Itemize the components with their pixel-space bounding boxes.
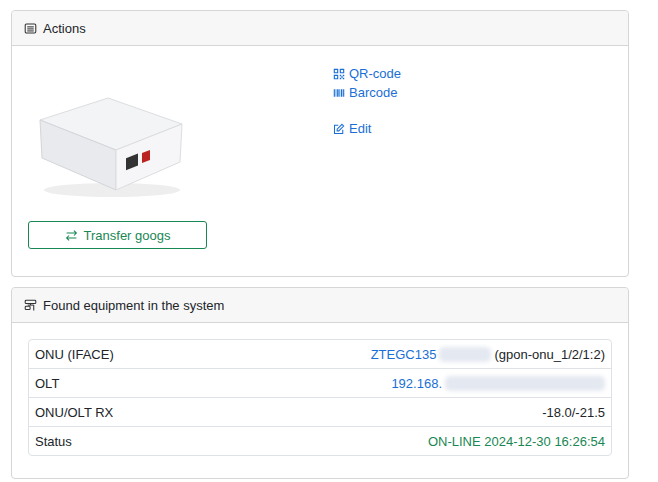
pencil-icon	[333, 123, 345, 135]
equipment-table: ONU (IFACE) ZTEGC135 (gpon-onu_1/2/1:2) OLT…	[28, 339, 612, 456]
row-value: -18.0/-21.5	[542, 405, 605, 420]
link-label: Barcode	[349, 85, 397, 100]
action-link[interactable]: QR-code	[333, 64, 401, 83]
transfer-icon	[65, 229, 78, 242]
card-title: Actions	[43, 21, 86, 36]
row-label: Status	[35, 434, 72, 449]
equipment-card: Found equipment in the system ONU (IFACE)…	[11, 287, 629, 479]
equipment-body: ONU (IFACE) ZTEGC135 (gpon-onu_1/2/1:2) OLT…	[12, 323, 628, 478]
redacted-area	[445, 376, 605, 391]
table-row: OLT 192.168.	[29, 368, 611, 397]
table-row: ONU/OLT RX -18.0/-21.5	[29, 397, 611, 426]
qr-code-icon	[333, 68, 345, 80]
redacted-area	[439, 347, 491, 362]
network-icon	[24, 299, 37, 312]
value-text: -18.0/-21.5	[542, 405, 605, 420]
device-photo	[30, 62, 190, 204]
link-label: Edit	[349, 121, 371, 136]
action-link[interactable]: Edit	[333, 119, 401, 138]
link-label: QR-code	[349, 66, 401, 81]
value-text[interactable]: 192.168.	[391, 376, 442, 391]
value-suffix: (gpon-onu_1/2/1:2)	[494, 347, 605, 362]
list-icon	[24, 22, 37, 35]
card-title: Found equipment in the system	[43, 298, 224, 313]
value-text[interactable]: ZTEGC135	[371, 347, 437, 362]
transfer-button[interactable]: Transfer googs	[28, 221, 207, 249]
table-row: Status ON-LINE 2024-12-30 16:26:54	[29, 426, 611, 455]
action-links: QR-code Barcode Edit	[333, 62, 401, 249]
actions-card: Actions Transfer googs QR-code Barcode Edit	[11, 10, 629, 277]
actions-body: Transfer googs QR-code Barcode Edit	[12, 46, 628, 276]
value-text: ON-LINE 2024-12-30 16:26:54	[428, 434, 605, 449]
row-value: 192.168.	[391, 376, 605, 391]
row-label: ONU (IFACE)	[35, 347, 114, 362]
card-header: Found equipment in the system	[12, 288, 628, 323]
table-row: ONU (IFACE) ZTEGC135 (gpon-onu_1/2/1:2)	[29, 340, 611, 368]
row-label: ONU/OLT RX	[35, 405, 113, 420]
barcode-icon	[333, 87, 345, 99]
router-icon	[30, 62, 190, 204]
device-column: Transfer googs	[28, 62, 207, 249]
row-label: OLT	[35, 376, 59, 391]
row-value: ON-LINE 2024-12-30 16:26:54	[428, 434, 605, 449]
action-link[interactable]: Barcode	[333, 83, 401, 102]
row-value: ZTEGC135 (gpon-onu_1/2/1:2)	[371, 347, 605, 362]
button-label: Transfer googs	[84, 228, 171, 243]
card-header: Actions	[12, 11, 628, 46]
